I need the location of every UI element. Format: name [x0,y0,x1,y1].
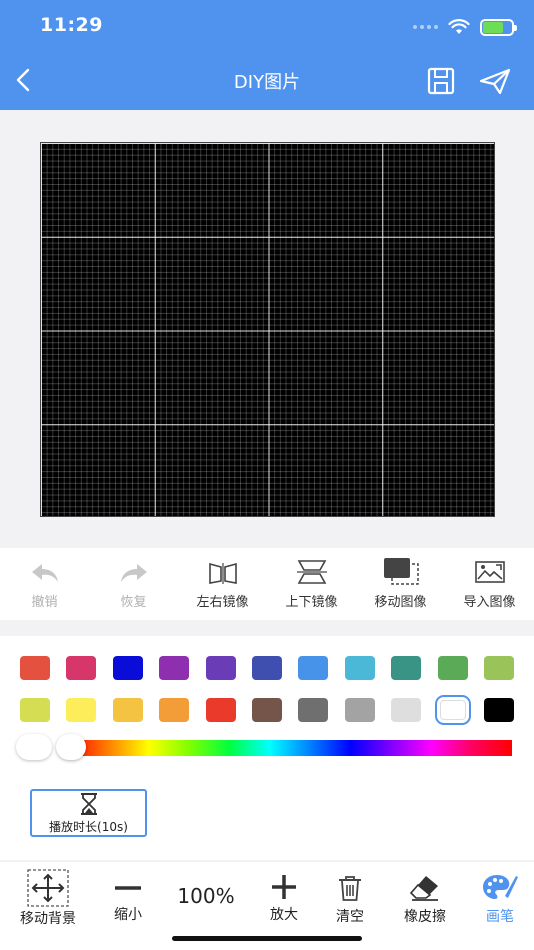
color-swatch[interactable] [298,656,329,680]
battery-icon [480,18,517,36]
clear-button[interactable]: 清空 [330,874,370,926]
wifi-icon [448,19,470,34]
move-image-icon [383,558,419,585]
color-swatch[interactable] [434,695,471,725]
mirror-horizontal-button[interactable]: 左右镜像 [178,548,267,620]
hourglass-icon [80,792,97,815]
current-color-preview [16,734,52,760]
move-image-button[interactable]: 移动图像 [356,548,445,620]
status-time: 11:29 [40,14,103,36]
top-bar: 11:29 DIY图片 [0,0,534,110]
mirror-vertical-icon [296,560,327,584]
color-swatch[interactable] [391,656,422,680]
hue-slider[interactable] [68,740,512,756]
move-background-button[interactable]: 移动背景 [14,868,82,928]
play-duration-button[interactable]: 播放时长(10s) [30,789,147,837]
color-swatch[interactable] [66,698,97,722]
color-swatch[interactable] [344,656,375,680]
swatch-row-2 [20,695,514,725]
color-swatch[interactable] [391,698,422,722]
color-swatch[interactable] [20,656,50,680]
eraser-icon [409,876,438,901]
brush-button[interactable]: 画笔 [478,872,522,926]
color-swatch[interactable] [205,656,236,680]
eraser-button[interactable]: 橡皮擦 [398,874,452,926]
drawing-canvas[interactable] [40,142,495,517]
color-swatch[interactable] [344,698,375,722]
color-swatch[interactable] [483,698,514,722]
color-swatch[interactable] [66,656,97,680]
swatch-row-1 [20,656,514,680]
send-icon[interactable] [478,66,512,96]
hue-slider-handle[interactable] [56,734,86,760]
color-swatch[interactable] [20,698,50,722]
import-image-icon [474,561,505,583]
edit-toolbar: 撤销 恢复 左右镜像 上下镜像 移动图像 导入图像 [0,548,534,620]
status-indicators [413,16,517,38]
mirror-horizontal-icon [208,562,237,584]
color-swatch[interactable] [251,656,282,680]
zoom-level: 100% [177,884,235,908]
save-icon[interactable] [426,66,456,96]
import-image-button[interactable]: 导入图像 [445,548,534,620]
undo-icon [31,564,58,582]
undo-button[interactable]: 撤销 [0,548,89,620]
color-swatch[interactable] [159,656,190,680]
redo-icon [120,564,147,582]
color-swatch[interactable] [437,656,468,680]
minus-icon [115,886,141,890]
swatch-grid [20,656,514,740]
color-swatch[interactable] [298,698,329,722]
color-palette: 播放时长(10s) [0,636,534,860]
color-swatch[interactable] [251,698,282,722]
color-swatch[interactable] [112,698,143,722]
color-swatch[interactable] [159,698,190,722]
color-swatch[interactable] [205,698,236,722]
zoom-in-button[interactable]: 放大 [264,874,304,924]
home-indicator [172,936,362,941]
move-arrows-icon [27,869,69,907]
paint-palette-icon [483,875,518,899]
redo-button[interactable]: 恢复 [89,548,178,620]
plus-icon [272,875,296,899]
mirror-vertical-button[interactable]: 上下镜像 [267,548,356,620]
color-swatch[interactable] [483,656,514,680]
color-swatch[interactable] [112,656,143,680]
zoom-out-button[interactable]: 缩小 [108,876,148,924]
trash-icon [339,876,361,901]
signal-dots-icon [413,25,438,29]
